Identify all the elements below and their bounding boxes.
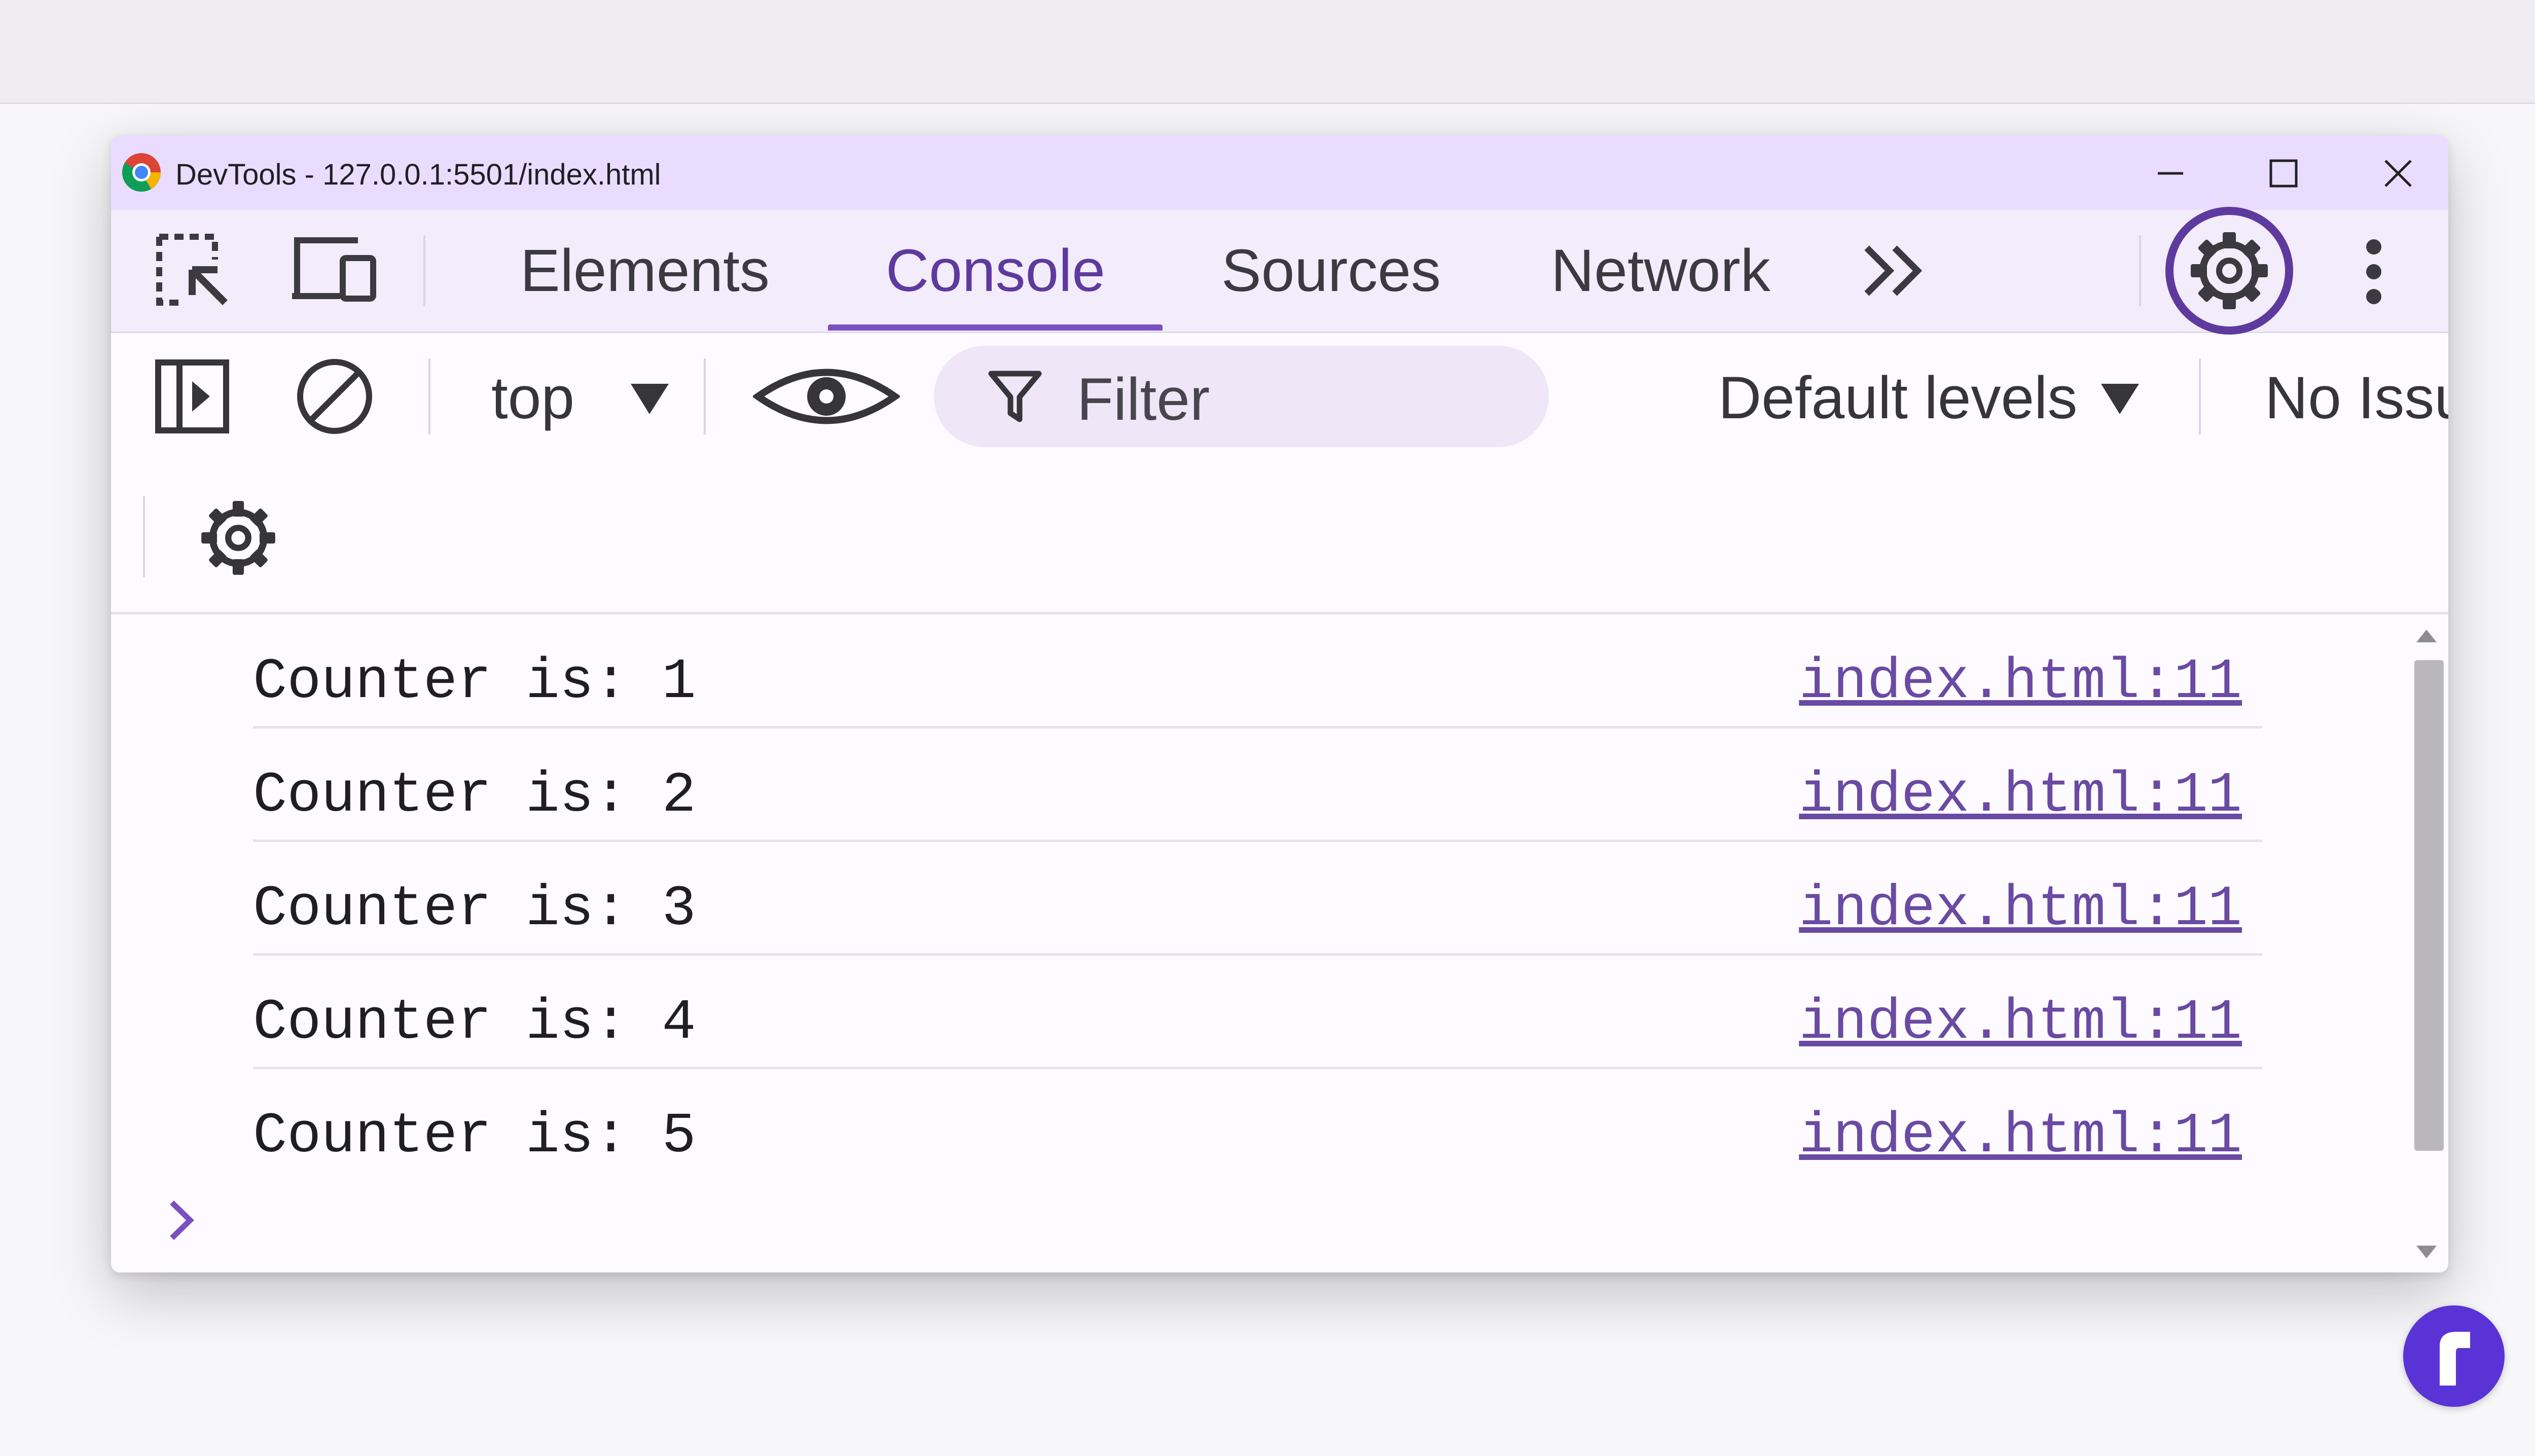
context-selector[interactable]: top xyxy=(491,333,694,455)
tab-network[interactable]: Network xyxy=(1551,210,1770,332)
filter-placeholder: Filter xyxy=(1077,366,1210,433)
title-bar: DevTools - 127.0.0.1:5501/index.html xyxy=(111,135,2448,210)
console-output: Counter is: 1 index.html:11 Counter is: … xyxy=(111,612,2448,1272)
dropdown-arrow-icon xyxy=(2101,384,2139,414)
toolbar-divider xyxy=(428,358,430,434)
log-source-link[interactable]: index.html:11 xyxy=(1799,877,2242,941)
close-icon xyxy=(2384,160,2412,187)
active-tab-indicator xyxy=(828,324,1163,331)
tab-elements[interactable]: Elements xyxy=(520,210,770,332)
toolbar-divider xyxy=(704,358,706,434)
maximize-button[interactable] xyxy=(2261,151,2306,196)
log-message: Counter is: 5 xyxy=(253,1104,696,1169)
filter-input[interactable]: Filter xyxy=(934,346,1549,447)
log-source-link[interactable]: index.html:11 xyxy=(1799,763,2242,828)
log-row: Counter is: 1 index.html:11 xyxy=(253,614,2262,729)
settings-gear-icon[interactable] xyxy=(2164,206,2294,336)
minimize-icon xyxy=(2158,172,2183,175)
more-tabs-chevron-icon[interactable] xyxy=(1862,243,1928,299)
log-source-link[interactable]: index.html:11 xyxy=(1799,991,2242,1055)
log-message: Counter is: 1 xyxy=(253,650,696,714)
log-message: Counter is: 3 xyxy=(253,877,696,941)
filter-funnel-icon xyxy=(988,371,1042,422)
tab-sources[interactable]: Sources xyxy=(1221,210,1441,332)
device-toolbar-icon[interactable] xyxy=(292,235,378,304)
toolbar-divider xyxy=(2199,358,2201,434)
dropdown-arrow-icon xyxy=(631,384,669,414)
live-expression-eye-icon[interactable] xyxy=(753,358,900,434)
more-options-icon[interactable] xyxy=(2364,238,2384,306)
log-row: Counter is: 2 index.html:11 xyxy=(253,728,2262,842)
tab-divider xyxy=(423,235,425,306)
log-message: Counter is: 4 xyxy=(253,991,696,1055)
tab-divider xyxy=(2139,235,2141,306)
panel-tabs-bar: Elements Console Sources Network xyxy=(111,207,2448,335)
issues-counter[interactable]: No Issues xyxy=(2265,363,2448,432)
log-row: Counter is: 4 index.html:11 xyxy=(253,955,2262,1069)
log-source-link[interactable]: index.html:11 xyxy=(1799,650,2242,714)
default-levels-dropdown[interactable]: Default levels xyxy=(1718,333,2149,455)
clear-console-icon[interactable] xyxy=(295,356,375,436)
maximize-icon xyxy=(2269,159,2298,188)
browser-top-bar xyxy=(0,0,2535,104)
log-row: Counter is: 3 index.html:11 xyxy=(253,842,2262,956)
levels-label: Default levels xyxy=(1718,365,2078,431)
log-row: Counter is: 5 index.html:11 xyxy=(253,1069,2262,1180)
minimize-button[interactable] xyxy=(2148,151,2193,196)
sidebar-toggle-icon[interactable] xyxy=(154,358,230,434)
scrollbar-thumb[interactable] xyxy=(2414,660,2444,1151)
chrome-logo-icon xyxy=(122,153,161,192)
window-title: DevTools - 127.0.0.1:5501/index.html xyxy=(175,158,661,191)
close-button[interactable] xyxy=(2375,151,2421,196)
console-settings-gear-icon[interactable] xyxy=(198,498,278,578)
inspect-element-icon[interactable] xyxy=(154,232,230,308)
console-prompt-icon[interactable] xyxy=(166,1197,196,1243)
r-logo-icon xyxy=(2440,1332,2470,1386)
log-message: Counter is: 2 xyxy=(253,763,696,828)
recording-app-badge[interactable] xyxy=(2403,1305,2505,1407)
devtools-window: DevTools - 127.0.0.1:5501/index.html Ele… xyxy=(111,135,2448,1272)
log-source-link[interactable]: index.html:11 xyxy=(1799,1104,2242,1169)
tab-console[interactable]: Console xyxy=(886,210,1105,332)
context-label: top xyxy=(491,365,575,431)
toolbar-divider xyxy=(143,496,145,577)
